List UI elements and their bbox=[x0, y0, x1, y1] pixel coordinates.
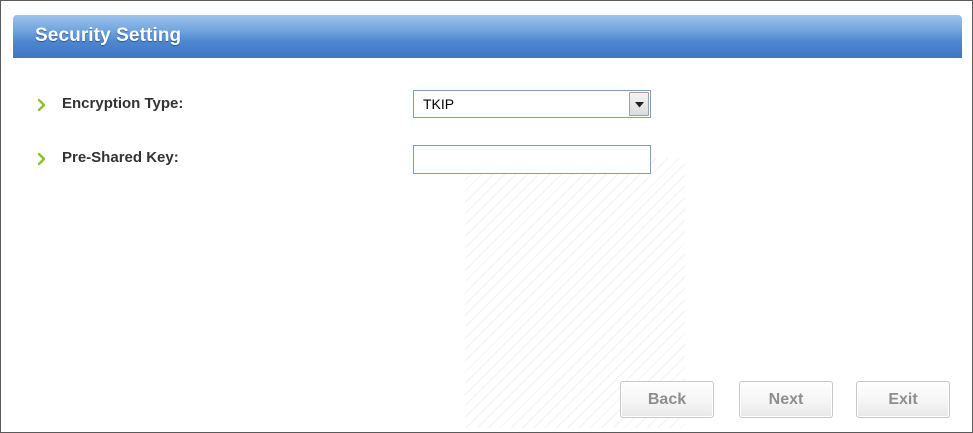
chevron-down-icon bbox=[635, 102, 644, 108]
title-bar: Security Setting bbox=[13, 15, 962, 58]
encryption-type-label: Encryption Type: bbox=[62, 95, 184, 112]
window-frame: Security Setting Encryption Type: TKIP P… bbox=[0, 0, 973, 433]
chevron-right-icon bbox=[37, 98, 46, 112]
exit-button[interactable]: Exit bbox=[856, 381, 950, 418]
encryption-type-row: Encryption Type: TKIP bbox=[37, 89, 938, 119]
pre-shared-key-label: Pre-Shared Key: bbox=[62, 149, 179, 166]
chevron-right-icon bbox=[37, 152, 46, 166]
next-button[interactable]: Next bbox=[739, 381, 833, 418]
back-button[interactable]: Back bbox=[620, 381, 714, 418]
encryption-type-value: TKIP bbox=[423, 96, 455, 112]
pre-shared-key-row: Pre-Shared Key: bbox=[37, 143, 938, 174]
content-panel: Encryption Type: TKIP Pre-Shared Key: Ba… bbox=[13, 58, 962, 431]
page-title: Security Setting bbox=[35, 25, 182, 46]
encryption-type-select[interactable]: TKIP bbox=[413, 90, 651, 118]
dropdown-button[interactable] bbox=[629, 92, 649, 116]
pre-shared-key-input[interactable] bbox=[413, 145, 651, 174]
